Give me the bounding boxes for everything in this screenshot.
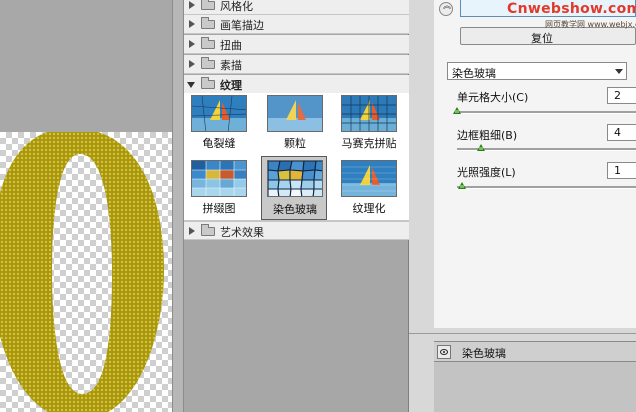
cell-size-value: 2 (614, 89, 621, 102)
filter-select[interactable]: 染色玻璃 (447, 62, 627, 80)
reset-label: 复位 (531, 32, 553, 45)
category-label: 扭曲 (220, 39, 242, 52)
filter-gallery: 风格化 画笔描边 扭曲 素描 纹理 龟裂缝 颗粒 马赛克拼贴 拼缀图 染色玻璃 … (184, 0, 409, 412)
border-thickness-slider-thumb[interactable] (476, 144, 485, 151)
thumb-label: 纹理化 (352, 202, 386, 215)
chevron-right-icon (189, 227, 195, 235)
dropdown-arrow-icon (615, 69, 623, 74)
category-label: 艺术效果 (220, 226, 264, 239)
thumb-label: 龟裂缝 (202, 137, 236, 150)
chevron-right-icon (189, 20, 195, 28)
thumb-label: 染色玻璃 (273, 203, 317, 216)
thumb-stained-glass[interactable]: 染色玻璃 (261, 156, 327, 220)
texture-thumbnails: 龟裂缝 颗粒 马赛克拼贴 拼缀图 染色玻璃 纹理化 (184, 93, 409, 221)
folder-icon (201, 77, 215, 89)
category-texture[interactable]: 纹理 (184, 75, 409, 94)
cell-size-slider[interactable] (457, 111, 636, 114)
border-thickness-input[interactable]: 4 (607, 124, 636, 141)
folder-icon (201, 57, 215, 69)
folder-icon (201, 37, 215, 49)
light-intensity-value: 1 (614, 164, 621, 177)
watermark-logo: Cnwebshow.com (507, 1, 636, 17)
filter-select-value: 染色玻璃 (452, 67, 496, 80)
light-intensity-label: 光照强度(L) (457, 166, 516, 179)
thumb-craquelure[interactable]: 龟裂缝 (188, 93, 250, 154)
thumb-grain[interactable]: 颗粒 (264, 93, 326, 154)
category-label: 风格化 (220, 0, 253, 13)
category-distort[interactable]: 扭曲 (184, 35, 409, 54)
thumbnail-image (341, 95, 397, 132)
separator (409, 333, 636, 334)
thumb-label: 马赛克拼贴 (341, 137, 397, 150)
folder-icon (201, 224, 215, 236)
folder-icon (201, 0, 215, 10)
collapse-toggle[interactable]: ︽ (439, 2, 455, 16)
chevron-right-icon (189, 40, 195, 48)
panel-divider[interactable] (172, 0, 184, 412)
category-brush-strokes[interactable]: 画笔描边 (184, 15, 409, 34)
settings-panel: ︽ 复位 染色玻璃 单元格大小(C) 2 边框粗细(B) 4 光照强度(L) 1… (409, 0, 636, 412)
thumbnail-image (267, 95, 323, 132)
thumb-patchwork[interactable]: 拼缀图 (188, 158, 250, 219)
effect-layer-row[interactable]: 染色玻璃 (434, 341, 636, 362)
category-label: 画笔描边 (220, 19, 264, 32)
thumb-label: 拼缀图 (202, 202, 236, 215)
border-thickness-label: 边框粗细(B) (457, 129, 518, 142)
thumbnail-image (341, 160, 397, 197)
thumbnail-image (191, 160, 247, 197)
preview-letter-o (0, 132, 164, 412)
category-label: 素描 (220, 59, 242, 72)
eye-icon[interactable] (437, 345, 451, 359)
cell-size-input[interactable]: 2 (607, 87, 636, 104)
cell-size-label: 单元格大小(C) (457, 91, 529, 104)
thumb-texturizer[interactable]: 纹理化 (338, 158, 400, 219)
folder-icon (201, 17, 215, 29)
light-intensity-slider[interactable] (457, 186, 636, 189)
chevron-right-icon (189, 1, 195, 9)
light-intensity-slider-thumb[interactable] (458, 182, 467, 189)
cell-size-slider-thumb[interactable] (453, 107, 461, 114)
light-intensity-input[interactable]: 1 (607, 162, 636, 179)
thumb-label: 颗粒 (284, 137, 306, 150)
canvas-preview[interactable] (0, 0, 172, 412)
category-label: 纹理 (220, 79, 242, 92)
effect-layer-name: 染色玻璃 (462, 347, 506, 360)
thumb-mosaic-tiles[interactable]: 马赛克拼贴 (338, 93, 400, 154)
watermark-subtitle: 网页教学网 www.webjx.com (545, 20, 636, 29)
thumbnail-image (191, 95, 247, 132)
border-thickness-value: 4 (614, 126, 621, 139)
chevron-down-icon (187, 82, 195, 88)
chevron-right-icon (189, 60, 195, 68)
category-stylize[interactable]: 风格化 (184, 0, 409, 15)
effect-layers-list (434, 362, 636, 412)
thumbnail-image (267, 160, 323, 197)
category-sketch[interactable]: 素描 (184, 55, 409, 74)
double-chevron-glyph: ︽ (443, 1, 451, 10)
category-artistic[interactable]: 艺术效果 (184, 221, 409, 240)
